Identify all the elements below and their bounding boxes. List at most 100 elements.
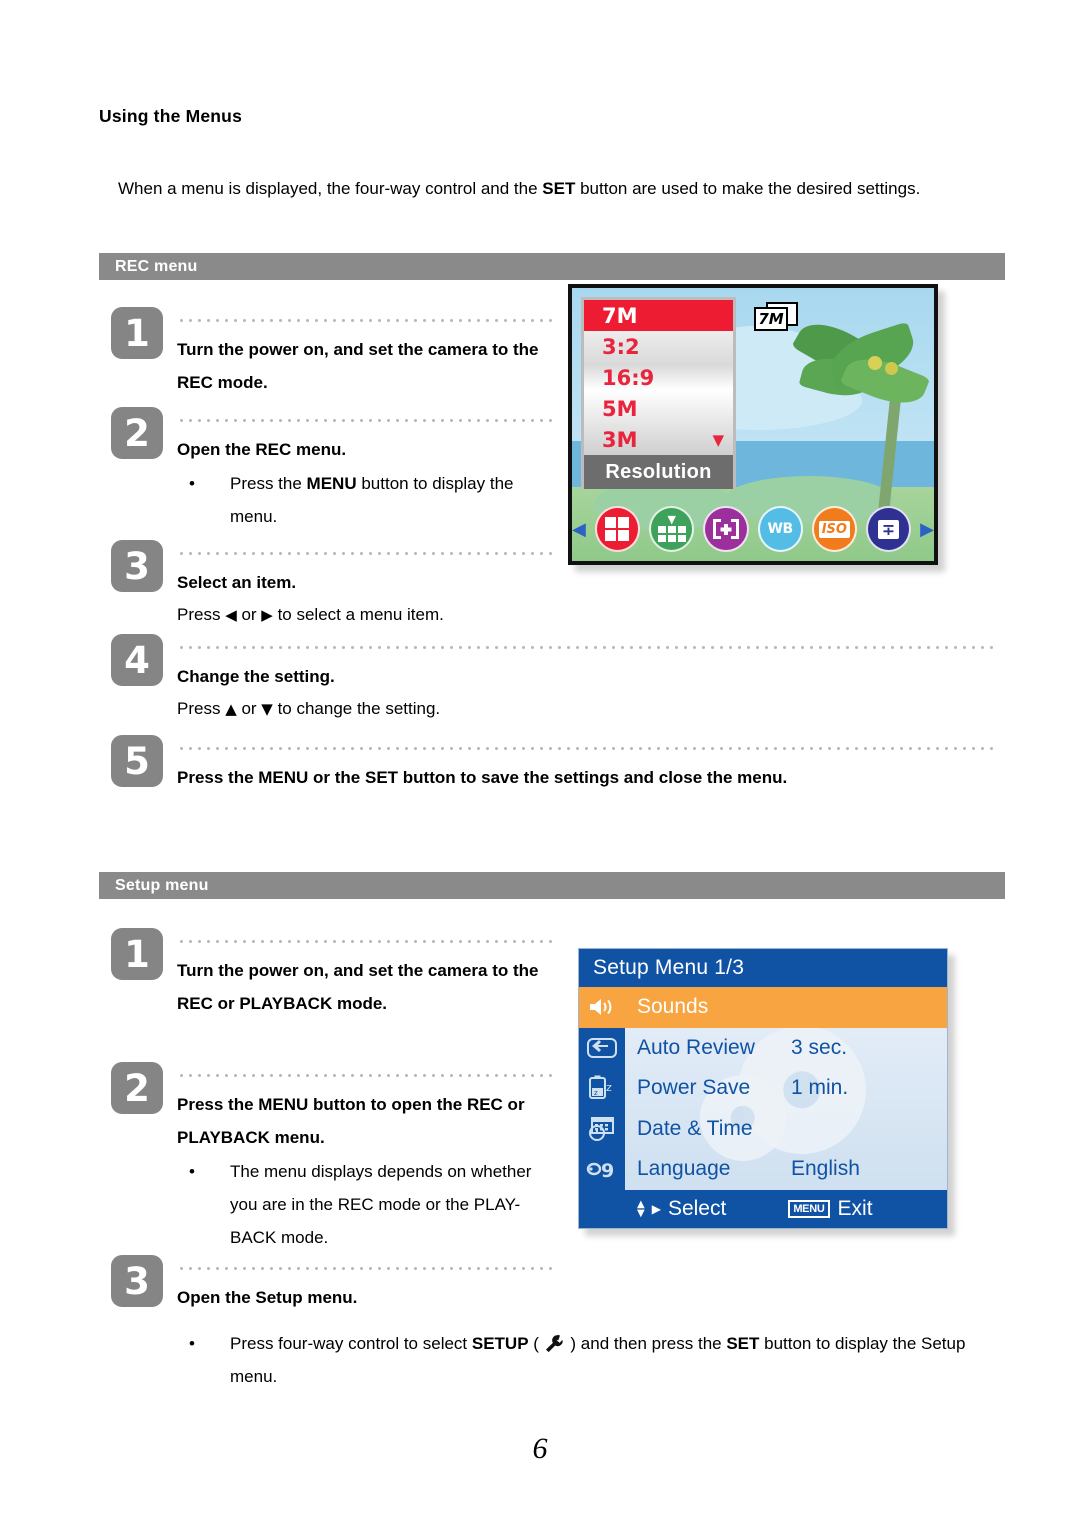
- up-arrow-icon: ▲: [225, 700, 237, 718]
- option-label: 5M: [602, 396, 638, 421]
- rec-step-5-number: 5: [111, 735, 163, 787]
- detail-post: to select a menu item.: [272, 605, 444, 624]
- setup-row-value: 3 sec.: [791, 1035, 848, 1059]
- setup-row-sounds[interactable]: Sounds: [579, 987, 947, 1028]
- setup-step-3-bullet: • Press four-way control to select SETUP…: [185, 1327, 975, 1393]
- setup-row-power-save[interactable]: z z Power Save 1 min.: [579, 1068, 947, 1109]
- right-caret-icon: ▶: [651, 1202, 661, 1216]
- rec-step-5-divider: [177, 747, 997, 750]
- setup-menu-section-header: Setup menu: [99, 872, 1005, 899]
- bullet-dot-icon: •: [189, 1162, 195, 1181]
- bullet-pre: Press four-way control to select: [230, 1334, 472, 1353]
- quality-glyph: ▼: [657, 514, 686, 542]
- quality-icon[interactable]: ▼: [649, 506, 695, 552]
- language-icon: 9: [579, 1149, 625, 1190]
- detail-pre: Press: [177, 699, 226, 718]
- up-down-arrow-icon: ▲ ▼: [637, 1199, 645, 1219]
- page-title: Using the Menus: [99, 106, 243, 126]
- setup-step-2-title: Press the MENU button to open the REC or…: [177, 1095, 525, 1147]
- exit-label: Exit: [837, 1197, 873, 1220]
- ev-glyph: ∓: [877, 519, 900, 539]
- rec-step-3-divider: [177, 552, 557, 555]
- select-label: Select: [667, 1197, 727, 1220]
- exposure-icon[interactable]: ∓: [865, 506, 912, 552]
- focus-area-icon[interactable]: [703, 506, 749, 552]
- grid-glyph: [605, 517, 630, 541]
- rec-step-3-detail: Press ◀ or ▶ to select a menu item.: [177, 598, 444, 632]
- setup-step-1-title: Turn the power on, and set the camera to…: [177, 961, 539, 1013]
- nav-left-icon[interactable]: ◀: [572, 519, 586, 540]
- setup-step-1-number: 1: [111, 928, 163, 980]
- setup-step-3-title: Open the Setup menu.: [177, 1288, 358, 1307]
- rec-step-4-title: Change the setting.: [177, 667, 335, 686]
- setup-menu-footer-bar: ▲ ▼ ▶ Select MENU Exit: [579, 1190, 947, 1228]
- resolution-option-list: 7M 3:2 16:9 5M 3M ▼: [584, 300, 733, 455]
- review-icon: [579, 1027, 625, 1068]
- down-arrow-icon: ▼: [261, 700, 273, 718]
- setup-step-3-divider: [177, 1267, 557, 1270]
- exit-hint: MENU Exit: [788, 1197, 873, 1221]
- setup-menu-lcd-screenshot: Setup Menu 1/3 Sounds Auto Review 3 sec.…: [578, 948, 948, 1229]
- white-balance-icon[interactable]: WB: [757, 506, 803, 552]
- svg-text:z: z: [606, 1081, 612, 1094]
- setup-menu-list: Sounds Auto Review 3 sec. z z Power Save…: [579, 987, 947, 1190]
- setup-step-2-bullet-text: The menu displays depends on whether you…: [230, 1162, 532, 1247]
- paren-open: (: [528, 1334, 544, 1353]
- setup-row-label: Date & Time: [637, 1116, 753, 1140]
- svg-text:z: z: [594, 1089, 598, 1097]
- resolution-icon[interactable]: [594, 506, 641, 552]
- wb-label: WB: [767, 521, 794, 537]
- setup-row-auto-review[interactable]: Auto Review 3 sec.: [579, 1027, 947, 1068]
- rec-step-1-title: Turn the power on, and set the camera to…: [177, 340, 539, 392]
- setup-wrench-icon: [544, 1332, 566, 1353]
- rec-step-4-number: 4: [111, 634, 163, 686]
- rec-step-3-title: Select an item.: [177, 573, 297, 592]
- resolution-option-7m[interactable]: 7M: [584, 300, 733, 331]
- option-label: 16:9: [602, 365, 655, 390]
- option-label: 3:2: [602, 334, 640, 359]
- resolution-badge-icon: 7M: [754, 302, 798, 332]
- menu-keyword: MENU: [306, 474, 357, 493]
- resolution-panel-label: Resolution: [584, 455, 733, 489]
- speaker-icon: [579, 987, 625, 1028]
- rec-step-4-divider: [177, 646, 997, 649]
- setup-row-date-time[interactable]: Date & Time: [579, 1108, 947, 1149]
- iso-label: ISO: [818, 520, 850, 538]
- set-keyword: SET: [726, 1334, 760, 1353]
- intro-set-keyword: SET: [542, 179, 576, 198]
- nav-right-icon[interactable]: ▶: [920, 519, 934, 540]
- rec-step-5-title: Press the MENU or the SET button to save…: [177, 768, 788, 787]
- setup-step-2-number: 2: [111, 1062, 163, 1114]
- setup-row-label: Power Save: [637, 1076, 751, 1100]
- setup-row-value: English: [791, 1157, 860, 1181]
- intro-text-post: button are used to make the desired sett…: [575, 179, 921, 198]
- option-label: 3M: [602, 427, 638, 452]
- resolution-option-panel: 7M 3:2 16:9 5M 3M ▼ Resolution: [581, 297, 736, 489]
- power-save-icon: z z: [579, 1068, 625, 1109]
- resolution-option-3-2[interactable]: 3:2: [584, 331, 733, 362]
- setup-step-2-divider: [177, 1074, 557, 1077]
- rec-step-3-number: 3: [111, 540, 163, 592]
- rec-step-2-number: 2: [111, 407, 163, 459]
- setup-row-label: Language: [637, 1157, 731, 1181]
- rec-step-2-bullet: • Press the MENU button to display the m…: [185, 467, 565, 533]
- paren-close: ) and then press the: [565, 1334, 727, 1353]
- setup-row-language[interactable]: 9 Language English: [579, 1149, 947, 1190]
- setup-menu-title-bar: Setup Menu 1/3: [579, 949, 947, 987]
- intro-text-pre: When a menu is displayed, the four-way c…: [118, 179, 543, 198]
- page-number: 6: [532, 1432, 548, 1465]
- scroll-down-icon[interactable]: ▼: [712, 431, 724, 449]
- resolution-option-16-9[interactable]: 16:9: [584, 362, 733, 393]
- iso-icon[interactable]: ISO: [811, 506, 857, 552]
- resolution-option-5m[interactable]: 5M: [584, 393, 733, 424]
- rec-menu-lcd-screenshot: 7M 7M 3:2 16:9 5M 3M ▼ Resolution ◀ ▼ WB…: [568, 284, 938, 565]
- rec-step-4-detail: Press ▲ or ▼ to change the setting.: [177, 692, 440, 726]
- left-arrow-icon: ◀: [225, 606, 237, 624]
- resolution-option-3m[interactable]: 3M ▼: [584, 424, 733, 455]
- focus-bracket-glyph: [712, 519, 739, 539]
- setup-step-3-number: 3: [111, 1255, 163, 1307]
- setup-step-3-bullet-text: Press four-way control to select SETUP (…: [185, 1327, 975, 1393]
- calendar-clock-icon: [579, 1108, 625, 1149]
- setup-row-label: Auto Review: [637, 1035, 755, 1059]
- bullet-dot-icon: •: [189, 1334, 195, 1353]
